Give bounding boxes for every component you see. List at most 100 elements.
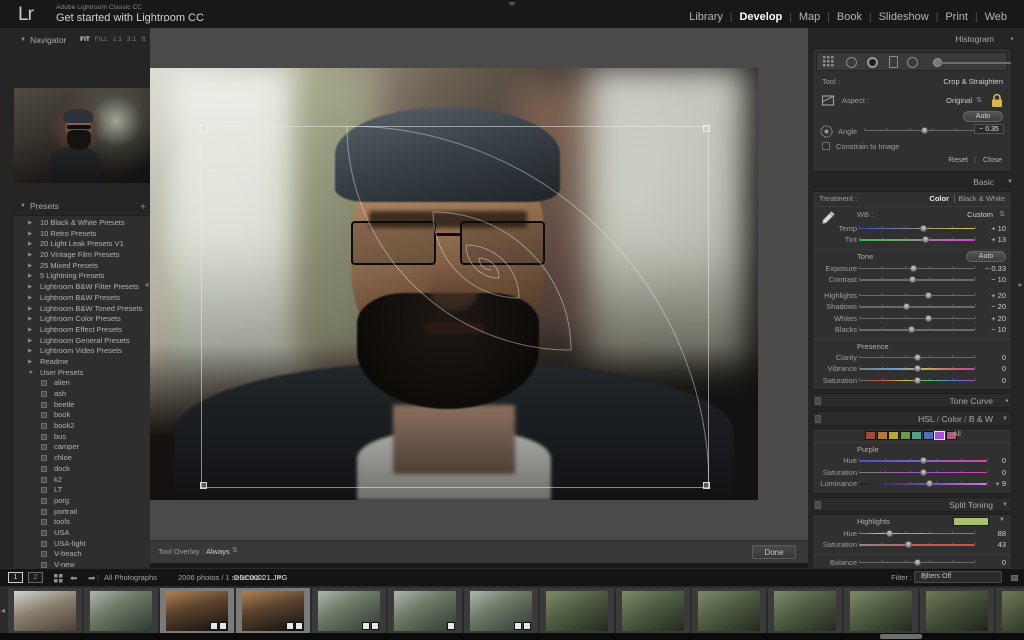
hsl-header[interactable]: HSL / Color / B & W ▼	[812, 411, 1012, 426]
slider-value[interactable]: 0	[1002, 352, 1006, 364]
angle-slider[interactable]	[864, 126, 979, 134]
slider-value[interactable]: + 13	[991, 234, 1006, 246]
graduated-filter-icon[interactable]	[889, 56, 898, 68]
slider-control[interactable]	[859, 480, 988, 487]
user-preset-item[interactable]: V-beach	[14, 549, 150, 560]
module-develop[interactable]: Develop	[732, 11, 789, 23]
crop-badge-icon[interactable]	[447, 622, 455, 630]
slider-knob[interactable]	[905, 541, 913, 548]
top-panel-toggle[interactable]	[504, 1, 520, 6]
slider-control[interactable]	[859, 365, 976, 372]
treatment-bw-option[interactable]: Black & White	[958, 192, 1005, 206]
source-label[interactable]: All Photographs	[104, 573, 157, 582]
preset-twisty-open-icon[interactable]: ▼	[28, 368, 33, 379]
module-slideshow[interactable]: Slideshow	[872, 11, 936, 23]
split-toning-switch[interactable]	[815, 500, 821, 509]
preset-group[interactable]: ▼ User Presets	[14, 368, 150, 379]
slider-control[interactable]	[859, 353, 976, 361]
preset-twisty-closed-icon[interactable]: ▶	[28, 271, 32, 282]
slider-value[interactable]: 88	[998, 528, 1006, 540]
slider-value[interactable]: − 20	[991, 301, 1006, 313]
preset-group[interactable]: ▶ 5 Lightning Presets	[14, 271, 150, 282]
filmstrip-thumbnail[interactable]	[160, 588, 234, 634]
slider-control[interactable]	[859, 303, 976, 310]
presets-panel-header[interactable]: ▼ Presets +	[14, 198, 150, 215]
go-back-arrow-icon[interactable]: ⬅	[70, 573, 78, 584]
preset-group[interactable]: ▶ Lightroom B&W Presets	[14, 293, 150, 304]
filter-toggle-button[interactable]	[1011, 575, 1018, 581]
preset-group[interactable]: ▶ 20 Vintage Film Presets	[14, 250, 150, 261]
view-screen-1-button[interactable]: 1	[8, 572, 23, 583]
filmstrip-scrollbar-track[interactable]	[0, 633, 1024, 640]
hsl-title[interactable]: HSL	[918, 414, 934, 424]
histogram-header[interactable]: Histogram ◂	[812, 32, 1013, 46]
preset-twisty-closed-icon[interactable]: ▶	[28, 346, 32, 357]
module-book[interactable]: Book	[830, 11, 869, 23]
navigator-preview[interactable]	[14, 88, 150, 183]
tool-overlay-value[interactable]: Always	[206, 547, 230, 556]
split-toning-header[interactable]: Split Toning ▼	[812, 496, 1012, 512]
slider-control[interactable]	[859, 314, 976, 322]
hsl-swatch-1[interactable]	[876, 431, 888, 440]
filmstrip-thumbnail[interactable]	[844, 588, 918, 634]
slider-knob[interactable]	[913, 353, 921, 361]
lock-icon[interactable]	[990, 93, 1004, 108]
user-preset-item[interactable]: book	[14, 410, 150, 421]
user-preset-item[interactable]: ash	[14, 389, 150, 400]
spot-removal-icon[interactable]	[846, 57, 857, 68]
preset-group[interactable]: ▶ Lightroom Effect Presets	[14, 325, 150, 336]
slider-knob[interactable]	[919, 457, 927, 464]
user-preset-item[interactable]: alien	[14, 378, 150, 389]
tool-overlay-stepper-icon[interactable]: ⇅	[232, 546, 238, 554]
module-web[interactable]: Web	[978, 11, 1014, 23]
slider-knob[interactable]	[913, 365, 921, 372]
split-highlights-chip-twisty-icon[interactable]: ▼	[999, 517, 1005, 523]
preset-group[interactable]: ▶ Lightroom Video Presets	[14, 346, 150, 357]
slider-control[interactable]	[859, 376, 976, 384]
histogram-twisty-icon[interactable]: ◂	[1010, 32, 1013, 46]
zoom-stepper-icon[interactable]: ⇅	[141, 32, 146, 48]
zoom-fit[interactable]: FIT	[80, 32, 90, 48]
slider-control[interactable]	[859, 236, 976, 243]
crop-badge-icon[interactable]	[514, 622, 522, 630]
filmstrip-thumbnail[interactable]	[464, 588, 538, 634]
crop-close-button[interactable]: Close	[983, 154, 1002, 166]
slider-control[interactable]	[859, 264, 976, 272]
slider-knob[interactable]	[910, 264, 918, 272]
straighten-icon[interactable]	[820, 124, 833, 138]
slider-value[interactable]: 0	[1002, 375, 1006, 387]
brush-size-slider[interactable]	[939, 62, 1011, 64]
slider-knob[interactable]	[925, 480, 933, 487]
slider-value[interactable]: − 10	[991, 324, 1006, 336]
treatment-color-option[interactable]: Color	[929, 192, 949, 206]
preset-group[interactable]: ▶ 20 Light Leak Presets V1	[14, 239, 150, 250]
preset-group[interactable]: ▶ Readme	[14, 357, 150, 368]
done-button[interactable]: Done	[752, 545, 796, 559]
crop-badge-icon[interactable]	[286, 622, 294, 630]
user-preset-item[interactable]: tools	[14, 517, 150, 528]
basic-header[interactable]: Basic ▼	[812, 175, 1013, 189]
auto-tone-button[interactable]: Auto	[966, 250, 1006, 262]
angle-value[interactable]: − 0.35	[974, 123, 1004, 134]
slider-knob[interactable]	[919, 468, 927, 476]
user-preset-item[interactable]: book2	[14, 421, 150, 432]
aspect-stepper-icon[interactable]: ⇅	[976, 95, 982, 107]
auto-straighten-button[interactable]: Auto	[963, 110, 1003, 122]
filmstrip-thumbnail[interactable]	[996, 588, 1024, 634]
presets-list[interactable]: ▶ 10 Black & White Presets ▶ 10 Retro Prese…	[14, 215, 150, 572]
preset-twisty-closed-icon[interactable]: ▶	[28, 239, 32, 250]
slider-value[interactable]: 0	[1002, 467, 1006, 479]
hsl-twisty-icon[interactable]: ▼	[1002, 412, 1008, 427]
slider-knob[interactable]	[921, 236, 929, 243]
preset-twisty-closed-icon[interactable]: ▶	[28, 357, 32, 368]
preset-twisty-closed-icon[interactable]: ▶	[28, 336, 32, 347]
slider-knob[interactable]	[920, 224, 928, 232]
hsl-swatch-2[interactable]	[888, 431, 899, 440]
preset-twisty-closed-icon[interactable]: ▶	[28, 218, 32, 229]
filmstrip-thumbnail[interactable]	[692, 588, 766, 634]
module-print[interactable]: Print	[938, 11, 975, 23]
filmstrip-thumbnails[interactable]	[8, 588, 1024, 634]
develop-badge-icon[interactable]	[219, 622, 227, 630]
split-highlights-color-chip[interactable]	[953, 516, 989, 526]
preset-group[interactable]: ▶ Lightroom General Presets	[14, 336, 150, 347]
